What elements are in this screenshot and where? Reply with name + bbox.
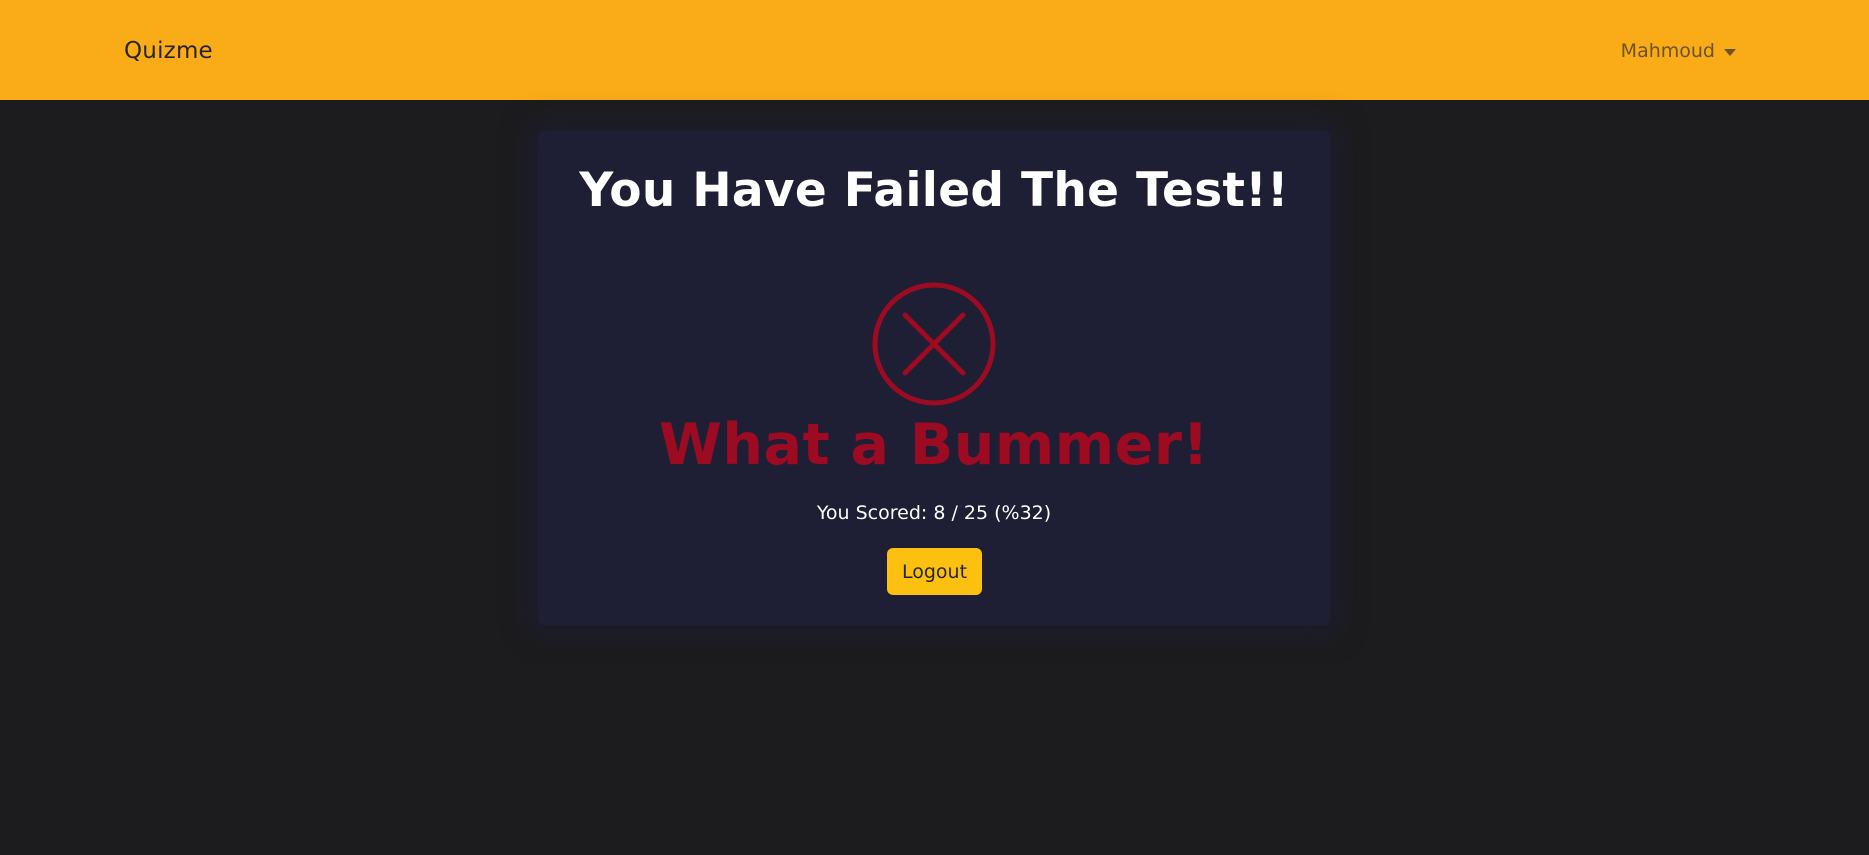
brand-link[interactable]: Quizme (124, 36, 213, 66)
caret-down-icon (1724, 48, 1736, 56)
x-circle-icon (872, 282, 996, 406)
result-card: You Have Failed The Test!! What a Bummer… (538, 131, 1330, 625)
fail-headline: What a Bummer! (659, 412, 1209, 478)
user-dropdown-toggle[interactable]: Mahmoud (1621, 36, 1736, 66)
logout-button[interactable]: Logout (887, 548, 982, 595)
user-name: Mahmoud (1620, 40, 1715, 62)
score-text: You Scored: 8 / 25 (%32) (816, 502, 1052, 524)
top-navbar: Quizme Mahmoud (0, 0, 1869, 100)
result-title: You Have Failed The Test!! (579, 163, 1289, 218)
